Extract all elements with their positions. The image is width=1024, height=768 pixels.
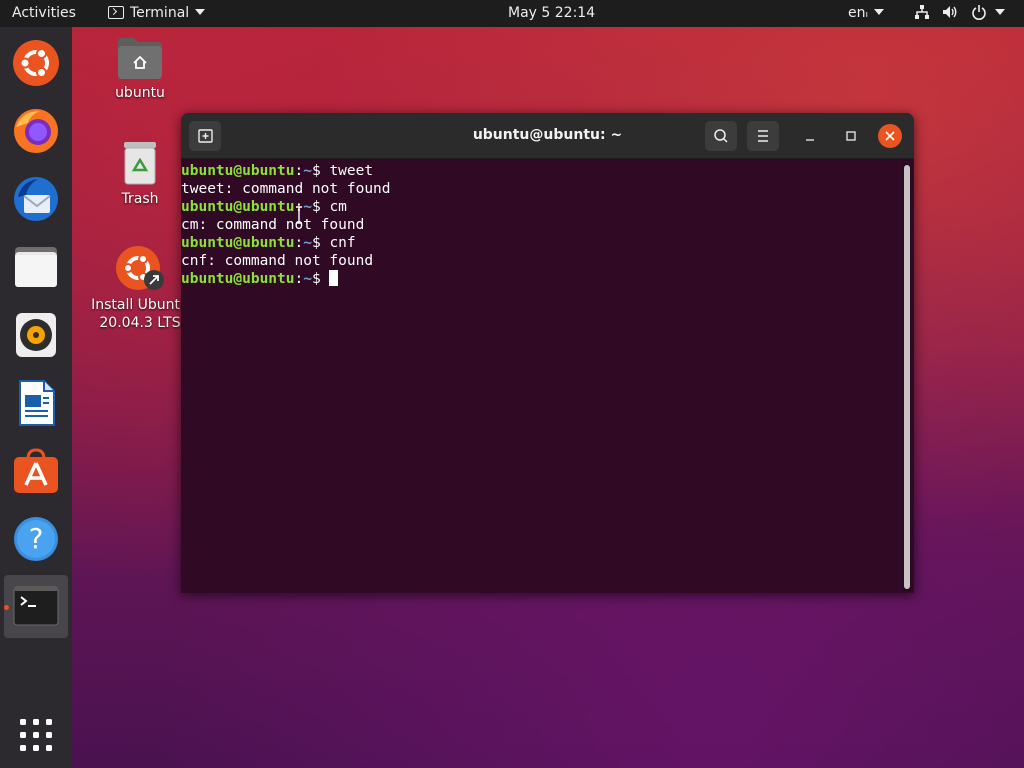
command-text: tweet bbox=[329, 163, 374, 179]
terminal-line: cnf: command not found bbox=[181, 253, 374, 269]
show-applications-button[interactable] bbox=[12, 711, 60, 759]
terminal-line: tweet: command not found bbox=[181, 181, 391, 197]
grid-icon bbox=[20, 719, 52, 751]
volume-icon bbox=[943, 6, 957, 18]
network-icon bbox=[915, 5, 929, 19]
dock-ubiquity-icon[interactable] bbox=[12, 39, 60, 87]
dock-files-icon[interactable] bbox=[12, 243, 60, 291]
close-icon bbox=[885, 131, 895, 141]
terminal-line: ubuntu@ubuntu:~$ tweet bbox=[181, 163, 374, 179]
clock-button[interactable]: May 5 22:14 bbox=[508, 0, 595, 27]
home-folder-icon bbox=[118, 38, 162, 79]
top-bar: Activities Terminal May 5 22:14 enı bbox=[0, 0, 1024, 27]
language-menu[interactable]: enı bbox=[848, 0, 885, 27]
dock-software-icon[interactable] bbox=[12, 447, 60, 495]
hamburger-icon bbox=[758, 130, 768, 142]
home-folder-label: ubuntu bbox=[115, 85, 165, 101]
terminal-output[interactable]: ubuntu@ubuntu:~$ tweet tweet: command no… bbox=[181, 159, 903, 593]
trash-icon bbox=[124, 142, 156, 185]
dock-help-icon[interactable]: ? bbox=[12, 515, 60, 563]
ibeam-cursor-icon bbox=[296, 206, 302, 224]
dock-writer-icon[interactable] bbox=[12, 379, 60, 427]
running-indicator bbox=[4, 605, 9, 610]
trash-label: Trash bbox=[121, 191, 159, 207]
terminal-window: ubuntu@ubuntu: ~ ubuntu@ubuntu:~$ tweet … bbox=[181, 113, 914, 593]
terminal-line: cm: command not found bbox=[181, 217, 365, 233]
command-text: cnf bbox=[329, 235, 356, 251]
desktop-home-folder[interactable]: ubuntu bbox=[100, 36, 180, 102]
search-button[interactable] bbox=[705, 121, 737, 151]
dock: ? bbox=[0, 27, 72, 768]
terminal-input-line[interactable]: ubuntu@ubuntu:~$ bbox=[181, 270, 903, 288]
dock-thunderbird-icon[interactable] bbox=[12, 175, 60, 223]
language-label: en bbox=[848, 5, 866, 21]
ubiquity-icon bbox=[116, 246, 164, 290]
dock-firefox-icon[interactable] bbox=[12, 107, 60, 155]
chevron-down-icon bbox=[195, 9, 206, 15]
svg-text:?: ? bbox=[29, 522, 44, 555]
installer-label-line2: 20.04.3 LTS bbox=[99, 315, 181, 331]
installer-label-line1: Install Ubuntu bbox=[91, 297, 189, 313]
power-icon bbox=[972, 5, 986, 20]
system-menu[interactable] bbox=[914, 0, 1005, 27]
terminal-headerbar[interactable]: ubuntu@ubuntu: ~ bbox=[181, 113, 914, 159]
app-menu-label: Terminal bbox=[130, 5, 190, 21]
dock-rhythmbox-icon[interactable] bbox=[12, 311, 60, 359]
activities-button[interactable]: Activities bbox=[12, 0, 76, 27]
menu-button[interactable] bbox=[747, 121, 779, 151]
terminal-line: ubuntu@ubuntu:~$ cm bbox=[181, 199, 347, 215]
chevron-down-icon bbox=[874, 9, 885, 15]
desktop-install-ubuntu[interactable]: Install Ubuntu 20.04.3 LTS bbox=[88, 244, 192, 332]
app-menu-button[interactable]: Terminal bbox=[108, 0, 206, 27]
dock-terminal-icon[interactable] bbox=[12, 583, 60, 631]
close-button[interactable] bbox=[878, 124, 902, 148]
command-text: cm bbox=[329, 199, 347, 215]
desktop-trash[interactable]: Trash bbox=[100, 140, 180, 208]
minimize-button[interactable] bbox=[795, 121, 825, 151]
maximize-button[interactable] bbox=[836, 121, 866, 151]
scrollbar-thumb[interactable] bbox=[904, 165, 910, 589]
chevron-down-icon bbox=[994, 9, 1005, 15]
maximize-icon bbox=[846, 131, 856, 141]
terminal-line: ubuntu@ubuntu:~$ cnf bbox=[181, 235, 356, 251]
minimize-icon bbox=[806, 139, 814, 141]
text-cursor bbox=[329, 270, 339, 286]
search-icon bbox=[714, 129, 728, 143]
terminal-app-icon bbox=[108, 6, 124, 19]
